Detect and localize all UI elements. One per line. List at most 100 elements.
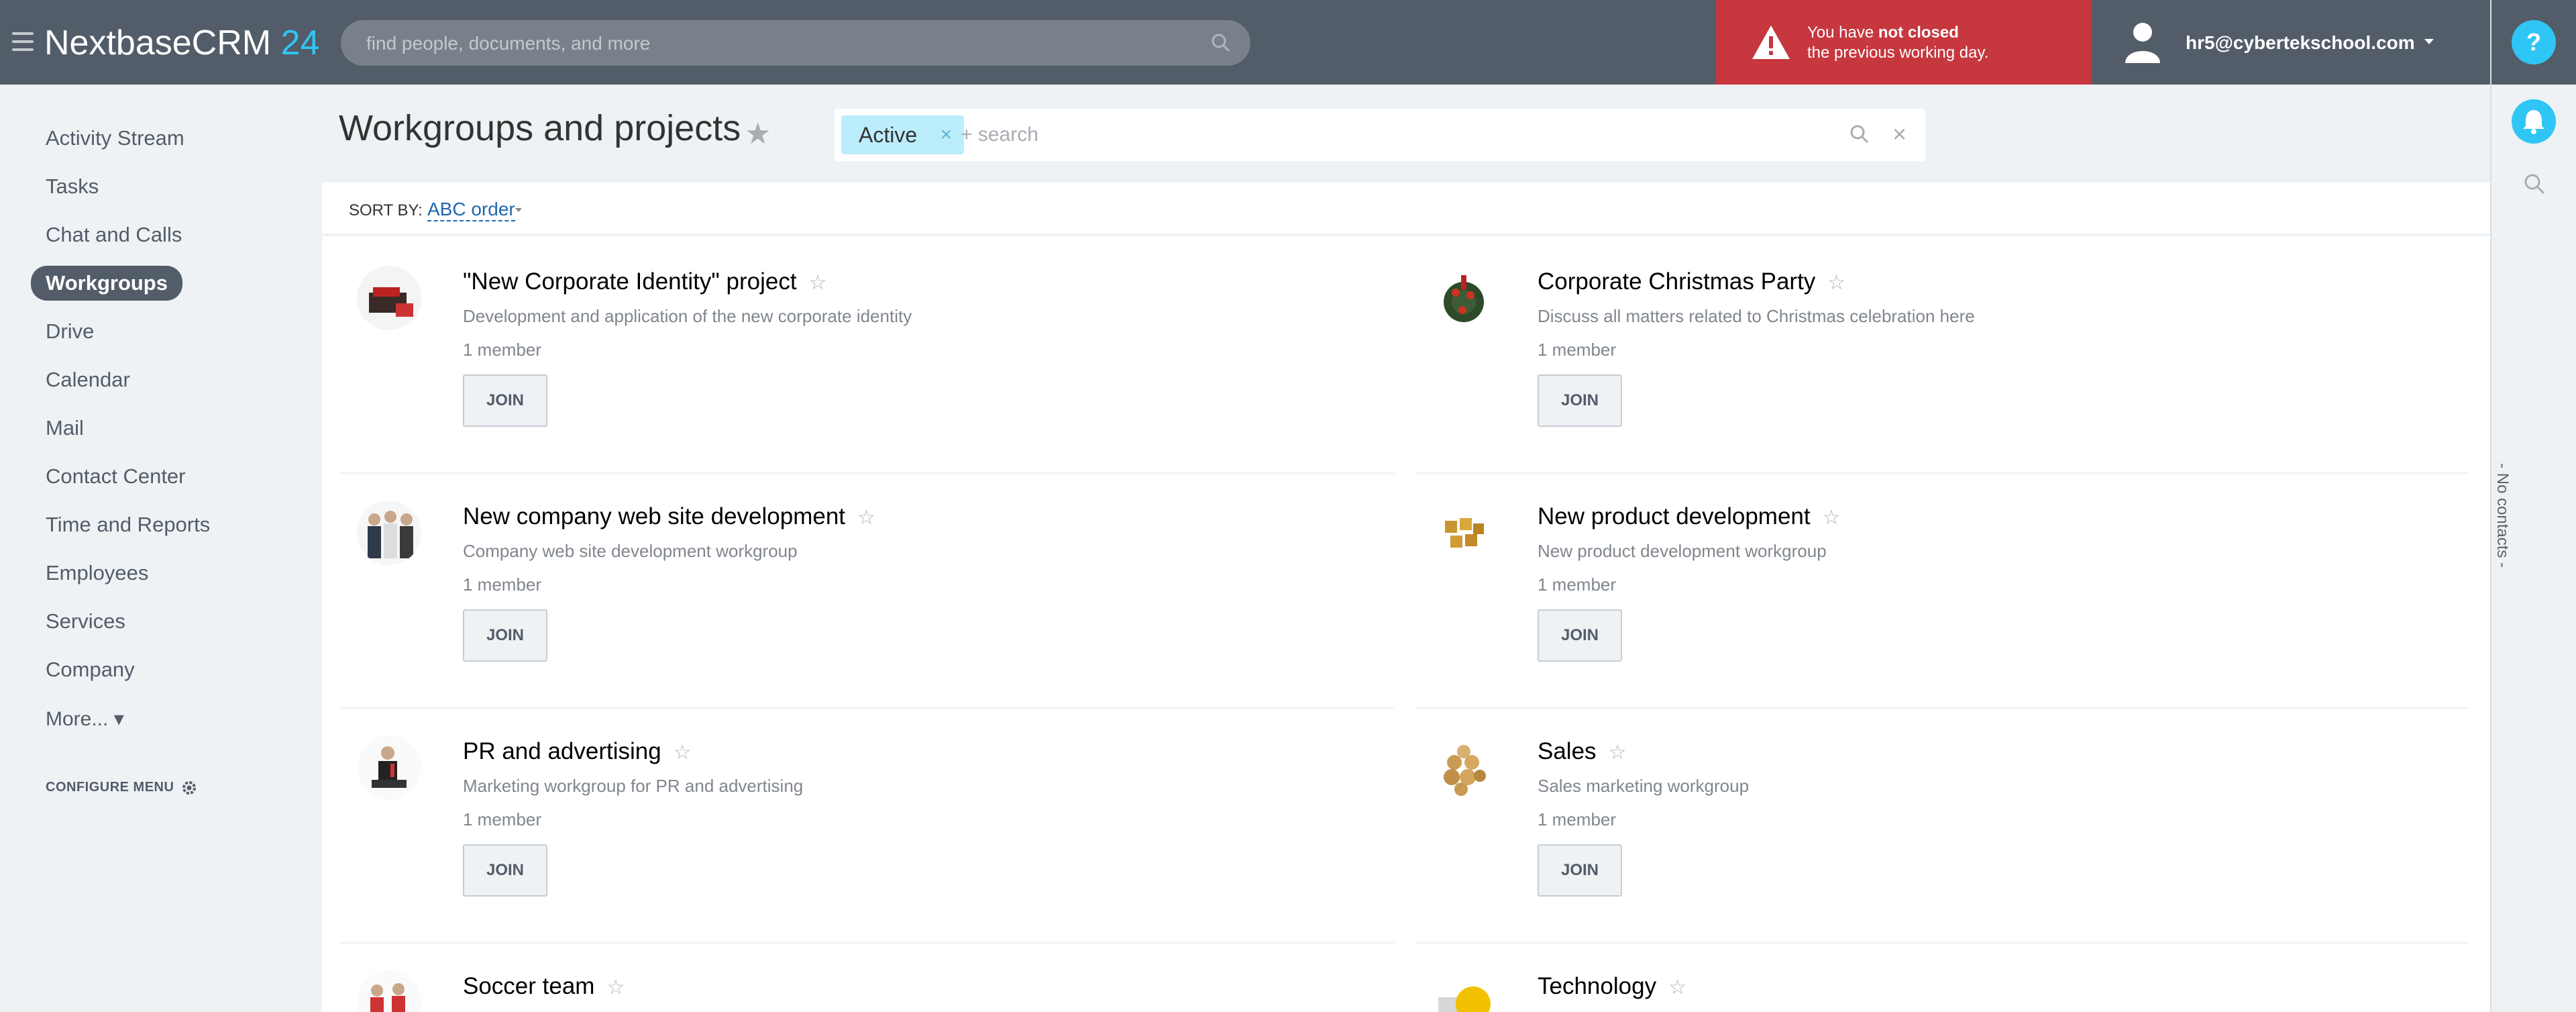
workgroup-title[interactable]: Sales <box>1538 738 1597 764</box>
star-icon[interactable]: ★ <box>745 117 771 151</box>
gear-icon[interactable] <box>180 778 199 797</box>
notifications-button[interactable] <box>2512 99 2556 144</box>
no-contacts-label: - No contacts - <box>2493 463 2512 568</box>
sidebar-item-drive[interactable]: Drive <box>46 315 94 348</box>
star-icon[interactable]: ☆ <box>674 742 692 764</box>
search-placeholder: find people, documents, and more <box>366 33 651 54</box>
sidebar-item-chat-and-calls[interactable]: Chat and Calls <box>46 219 182 251</box>
join-button[interactable]: JOIN <box>463 844 547 897</box>
sidebar-item-contact-center[interactable]: Contact Center <box>46 460 186 493</box>
workgroup-name[interactable]: "New Corporate Identity" project ☆ <box>463 268 826 295</box>
sidebar-item-company[interactable]: Company <box>46 654 135 686</box>
sidebar-item-activity-stream[interactable]: Activity Stream <box>46 122 184 154</box>
sidebar-item-time-and-reports[interactable]: Time and Reports <box>46 509 210 541</box>
help-button[interactable]: ? <box>2512 20 2556 64</box>
page-title: Workgroups and projects <box>339 108 741 148</box>
left-sidebar: Activity Stream Tasks Chat and Calls Wor… <box>0 85 322 1012</box>
search-icon[interactable] <box>1849 123 1870 145</box>
member-count[interactable]: 1 member <box>1538 574 1616 595</box>
workgroup-avatar[interactable] <box>1432 501 1496 565</box>
workgroup-avatar[interactable] <box>357 736 421 800</box>
workgroup-name[interactable]: Technology ☆ <box>1538 973 1686 1000</box>
star-icon[interactable]: ☆ <box>606 976 625 999</box>
chevron-down-icon[interactable] <box>515 208 522 212</box>
workgroup-name[interactable]: Sales ☆ <box>1538 738 1626 765</box>
workgroup-title[interactable]: New company web site development <box>463 503 845 529</box>
workgroup-description: Development and application of the new c… <box>463 306 912 326</box>
member-count[interactable]: 1 member <box>463 340 541 360</box>
alert-prefix: You have <box>1807 23 1878 42</box>
workgroup-title[interactable]: "New Corporate Identity" project <box>463 268 797 295</box>
member-count[interactable]: 1 member <box>463 574 541 595</box>
alert-message: You have not closed the previous working… <box>1787 23 1988 63</box>
star-icon[interactable]: ☆ <box>809 272 827 294</box>
sidebar-item-services[interactable]: Services <box>46 605 125 638</box>
configure-menu-button[interactable]: CONFIGURE MENU <box>46 780 174 795</box>
workgroup-description: Marketing workgroup for PR and advertisi… <box>463 776 804 796</box>
filter-tag[interactable]: Active × <box>841 115 965 154</box>
filter-search-input[interactable]: Active × + search × <box>835 109 1925 161</box>
workgroup-card: New product development ☆ New product dev… <box>1415 474 2469 709</box>
logo-number: 24 <box>280 23 320 62</box>
member-count[interactable]: 1 member <box>1538 809 1616 830</box>
member-count[interactable]: 1 member <box>1538 340 1616 360</box>
close-icon[interactable]: × <box>1892 122 1907 146</box>
workgroup-list: SORT BY: ABC order "New Corporate Identi… <box>322 183 2490 1012</box>
close-icon[interactable]: × <box>941 115 953 154</box>
sort-bar: SORT BY: ABC order <box>322 183 2490 236</box>
workgroup-name[interactable]: New product development ☆ <box>1538 503 1841 530</box>
workgroup-card: Sales ☆ Sales marketing workgroup 1 membe… <box>1415 709 2469 944</box>
workgroup-title[interactable]: Corporate Christmas Party <box>1538 268 1815 295</box>
workgroup-avatar[interactable] <box>1432 266 1496 330</box>
sidebar-item-mail[interactable]: Mail <box>46 412 84 444</box>
sidebar-item-more[interactable]: More... ▾ <box>46 703 124 736</box>
workgroup-title[interactable]: Soccer team <box>463 973 594 999</box>
menu-icon[interactable] <box>12 32 34 51</box>
user-email: hr5@cyberteksсhool.com <box>2186 32 2415 53</box>
star-icon[interactable]: ☆ <box>857 507 875 529</box>
workgroup-avatar[interactable] <box>357 501 421 565</box>
member-count[interactable]: 1 member <box>463 809 541 830</box>
workgroup-avatar[interactable] <box>1432 736 1496 800</box>
workgroup-description: Company web site development workgroup <box>463 541 798 561</box>
workgroup-name[interactable]: Corporate Christmas Party ☆ <box>1538 268 1845 295</box>
workgroup-description: Sales marketing workgroup <box>1538 776 1750 796</box>
sidebar-item-employees[interactable]: Employees <box>46 557 148 589</box>
workday-alert[interactable]: You have not closed the previous working… <box>1716 0 2092 85</box>
warning-icon <box>1752 26 1790 59</box>
chevron-down-icon <box>2424 39 2434 44</box>
workgroup-description: Discuss all matters related to Christmas… <box>1538 306 1975 326</box>
workgroup-title[interactable]: Technology <box>1538 973 1656 999</box>
filter-tag-label: Active <box>859 123 918 147</box>
workgroup-card: "New Corporate Identity" project ☆ Develo… <box>341 239 1394 474</box>
sidebar-item-tasks[interactable]: Tasks <box>46 170 99 203</box>
workgroup-name[interactable]: PR and advertising ☆ <box>463 738 692 765</box>
workgroup-avatar[interactable] <box>357 266 421 330</box>
user-avatar-icon <box>2125 23 2160 63</box>
workgroup-name[interactable]: New company web site development ☆ <box>463 503 875 530</box>
star-icon[interactable]: ☆ <box>1609 742 1627 764</box>
workgroup-description: New product development workgroup <box>1538 541 1827 561</box>
join-button[interactable]: JOIN <box>463 609 547 662</box>
sidebar-item-calendar[interactable]: Calendar <box>46 364 130 396</box>
join-button[interactable]: JOIN <box>1538 609 1622 662</box>
search-icon[interactable] <box>1210 32 1232 54</box>
app-logo[interactable]: NextbaseCRM 24 <box>44 23 319 63</box>
star-icon[interactable]: ☆ <box>1827 272 1845 294</box>
sort-dropdown[interactable]: ABC order <box>427 199 515 221</box>
search-icon[interactable] <box>2522 172 2546 196</box>
user-menu[interactable]: hr5@cyberteksсhool.com <box>2106 0 2489 85</box>
workgroup-avatar[interactable] <box>357 970 421 1012</box>
join-button[interactable]: JOIN <box>1538 844 1622 897</box>
star-icon[interactable]: ☆ <box>1668 976 1686 999</box>
workgroup-avatar[interactable] <box>1432 970 1496 1012</box>
workgroup-title[interactable]: PR and advertising <box>463 738 661 764</box>
global-search-input[interactable]: find people, documents, and more <box>341 20 1250 66</box>
workgroup-name[interactable]: Soccer team ☆ <box>463 973 625 1000</box>
star-icon[interactable]: ☆ <box>1823 507 1841 529</box>
workgroup-title[interactable]: New product development <box>1538 503 1811 529</box>
sidebar-item-workgroups[interactable]: Workgroups <box>31 266 182 301</box>
join-button[interactable]: JOIN <box>1538 374 1622 427</box>
join-button[interactable]: JOIN <box>463 374 547 427</box>
workgroup-card: PR and advertising ☆ Marketing workgroup … <box>341 709 1394 944</box>
